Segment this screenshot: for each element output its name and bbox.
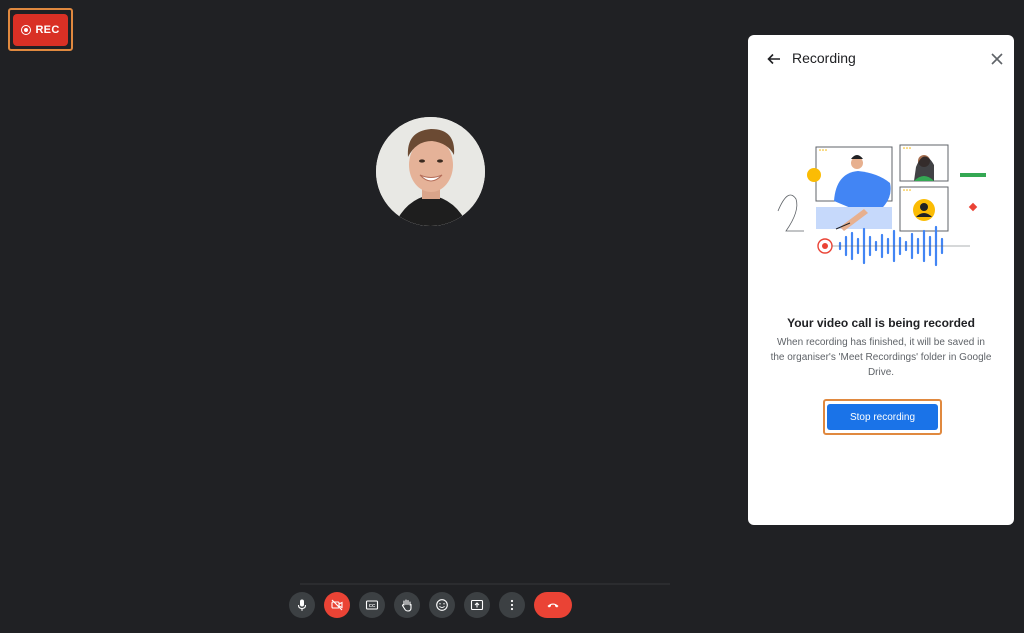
emoji-reactions-button[interactable] [429,592,455,618]
captions-button[interactable]: CC [359,592,385,618]
emoji-icon [436,599,448,611]
participant-photo [376,117,485,226]
back-arrow-icon[interactable] [766,51,782,67]
close-icon[interactable] [989,51,1005,67]
raise-hand-button[interactable] [394,592,420,618]
microphone-button[interactable] [289,592,315,618]
panel-header: Recording [748,35,1014,83]
recording-indicator-label: REC [35,23,60,36]
end-call-icon [547,603,559,608]
rec-highlight: REC [8,8,73,51]
raise-hand-icon [401,599,412,612]
participant-avatar [376,117,485,226]
recording-panel: Recording Your video call is being recor… [748,35,1014,525]
panel-title: Recording [792,50,856,66]
more-options-icon [510,599,514,611]
more-options-button[interactable] [499,592,525,618]
stop-recording-button[interactable]: Stop recording [827,404,938,430]
camera-toggle-button[interactable] [324,592,350,618]
present-screen-button[interactable] [464,592,490,618]
record-dot-icon [21,24,32,35]
recording-message-body: When recording has finished, it will be … [770,337,992,378]
recording-indicator-button[interactable]: REC [13,13,68,46]
svg-text:CC: CC [369,603,376,608]
call-controls-toolbar: CC [289,592,572,620]
recording-illustration [777,144,986,267]
microphone-icon [297,599,307,611]
stop-recording-highlight: Stop recording [823,399,942,435]
toolbar-divider [300,583,670,585]
present-screen-icon [470,599,484,611]
recording-message-title: Your video call is being recorded [787,316,975,330]
end-call-button[interactable] [534,592,572,618]
camera-off-icon [331,599,343,611]
captions-icon: CC [365,600,379,610]
